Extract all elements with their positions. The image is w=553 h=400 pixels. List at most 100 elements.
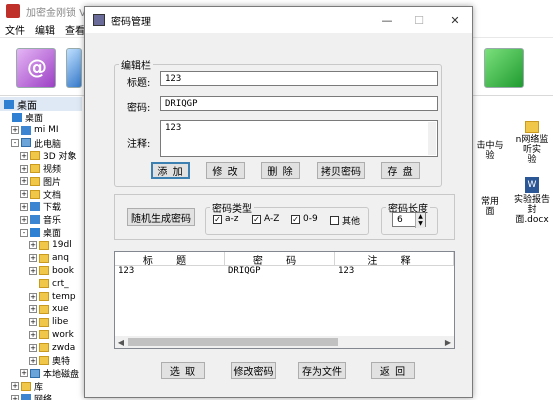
note-scrollbar[interactable] <box>428 122 436 155</box>
minimize-button[interactable]: — <box>372 7 402 33</box>
checkbox-digits-box[interactable]: ✓ <box>291 214 300 224</box>
collapse-icon[interactable]: - <box>11 138 19 147</box>
tree-item[interactable]: + 库 <box>0 380 82 393</box>
tree-item[interactable]: + 奥特 <box>0 354 82 367</box>
checkbox-lowercase-box[interactable]: ✓ <box>213 214 222 224</box>
email-encrypt-icon[interactable] <box>16 48 56 88</box>
tree-item[interactable]: + 视频 <box>0 162 82 175</box>
random-generate-button[interactable]: 随机生成密码 <box>127 208 195 226</box>
expand-icon[interactable]: + <box>20 202 28 211</box>
scrollbar-thumb[interactable] <box>128 338 338 346</box>
add-button[interactable]: 添 加 <box>151 162 190 179</box>
column-header-title[interactable]: 标 题 <box>115 252 225 265</box>
close-button[interactable]: ✕ <box>440 7 470 33</box>
tree-item-label: mi MI <box>34 125 59 136</box>
tree-item-label: zwda <box>52 342 76 353</box>
tree-item-label: 文档 <box>43 190 62 201</box>
tree-item[interactable]: crt_ <box>0 277 82 290</box>
tree-item[interactable]: + libe <box>0 316 82 329</box>
tree-item-label: work <box>52 329 74 340</box>
desktop-icon <box>4 99 14 109</box>
tree-item-label: anq <box>52 253 69 264</box>
menu-file[interactable]: 文件 <box>0 22 30 37</box>
tree-item-label: 桌面 <box>25 113 44 124</box>
table-row[interactable]: 123 DRIQGP 123 <box>115 266 454 279</box>
tree-item[interactable]: + zwda <box>0 341 82 354</box>
desktop-file-item[interactable]: 常用 面 <box>470 197 510 217</box>
tree-item[interactable]: + book <box>0 265 82 278</box>
desktop-file-item[interactable]: W 实验报告封 面.docx <box>512 177 552 225</box>
maximize-button[interactable]: ☐ <box>404 7 434 33</box>
checkbox-other-box[interactable] <box>330 216 339 225</box>
folder-icon <box>30 176 40 186</box>
tree-item[interactable]: + 网络 <box>0 393 82 400</box>
tree-item[interactable]: + 下载 <box>0 201 82 213</box>
save-button[interactable]: 存 盘 <box>381 162 420 179</box>
column-header-note[interactable]: 注 释 <box>335 252 454 265</box>
expand-icon[interactable]: + <box>20 151 28 160</box>
forward-arrow-icon[interactable] <box>484 48 524 88</box>
expand-icon[interactable]: + <box>29 330 37 339</box>
back-button[interactable]: 返 回 <box>371 362 415 379</box>
expand-icon[interactable]: + <box>29 356 37 365</box>
expand-icon[interactable]: + <box>29 254 37 263</box>
expand-icon[interactable]: + <box>20 369 28 378</box>
tree-item[interactable]: 桌面 <box>0 111 82 124</box>
cell-note: 123 <box>338 266 355 276</box>
checkbox-uppercase[interactable]: ✓ A-Z <box>252 214 279 224</box>
delete-button[interactable]: 删 除 <box>261 162 300 179</box>
expand-icon[interactable]: + <box>20 190 28 199</box>
checkbox-digits[interactable]: ✓ 0-9 <box>291 214 318 224</box>
expand-icon[interactable]: + <box>29 318 37 327</box>
title-input[interactable]: 123 <box>160 71 438 86</box>
tree-item[interactable]: +3D 对象 <box>0 149 82 162</box>
expand-icon[interactable]: + <box>20 215 28 224</box>
table-horizontal-scrollbar[interactable]: ◀ ▶ <box>115 336 454 348</box>
tree-item[interactable]: + work <box>0 329 82 342</box>
checkbox-uppercase-box[interactable]: ✓ <box>252 214 261 224</box>
tree-item[interactable]: + 本地磁盘 <box>0 367 82 380</box>
modify-button[interactable]: 修 改 <box>206 162 245 179</box>
menu-edit[interactable]: 编辑 <box>30 22 60 37</box>
note-textarea[interactable]: 123 <box>160 120 438 157</box>
tree-item[interactable]: + xue <box>0 303 82 316</box>
folder-icon <box>39 330 49 340</box>
tree-item[interactable]: + anq <box>0 252 82 265</box>
expand-icon[interactable]: + <box>11 394 19 400</box>
select-button[interactable]: 选 取 <box>161 362 205 379</box>
scroll-left-icon[interactable]: ◀ <box>115 338 127 347</box>
tree-item[interactable]: + 文档 <box>0 188 82 201</box>
change-password-button[interactable]: 修改密码 <box>231 362 276 379</box>
tree-item[interactable]: + temp <box>0 290 82 303</box>
password-list-table[interactable]: 标 题 密 码 注 释 123 DRIQGP 123 ◀ ▶ <box>114 251 455 349</box>
expand-icon[interactable]: + <box>29 305 37 314</box>
tree-item[interactable]: +19dl <box>0 239 82 252</box>
checkbox-lowercase[interactable]: ✓ a-z <box>213 214 239 224</box>
expand-icon[interactable]: + <box>29 266 37 275</box>
tree-item-label: crt_ <box>52 278 69 289</box>
tree-item[interactable]: + mi MI <box>0 124 82 137</box>
spin-down-icon[interactable]: ▼ <box>415 220 425 228</box>
toolbar-tool-icon[interactable] <box>66 48 82 88</box>
column-header-password[interactable]: 密 码 <box>225 252 335 265</box>
save-as-file-button[interactable]: 存为文件 <box>298 362 346 379</box>
checkbox-other[interactable]: 其他 <box>330 214 360 227</box>
expand-icon[interactable]: + <box>20 164 28 173</box>
scroll-right-icon[interactable]: ▶ <box>442 338 454 347</box>
desktop-file-item[interactable]: n网络监听实 验 <box>512 121 552 165</box>
expand-icon[interactable]: + <box>11 382 19 391</box>
collapse-icon[interactable]: - <box>20 228 28 237</box>
user-icon <box>21 125 31 135</box>
desktop-file-item[interactable]: 击中与 验 <box>470 141 510 161</box>
tree-item[interactable]: + 音乐 <box>0 213 82 226</box>
expand-icon[interactable]: + <box>29 343 37 352</box>
tree-item[interactable]: + 图片 <box>0 175 82 188</box>
copy-password-button[interactable]: 拷贝密码 <box>317 162 365 179</box>
expand-icon[interactable]: + <box>29 292 37 301</box>
expand-icon[interactable]: + <box>29 241 37 250</box>
password-input[interactable]: DRIQGP <box>160 96 438 111</box>
tree-item[interactable]: - 此电脑 <box>0 137 82 149</box>
tree-item[interactable]: - 桌面 <box>0 226 82 239</box>
expand-icon[interactable]: + <box>20 177 28 186</box>
expand-icon[interactable]: + <box>11 126 19 135</box>
